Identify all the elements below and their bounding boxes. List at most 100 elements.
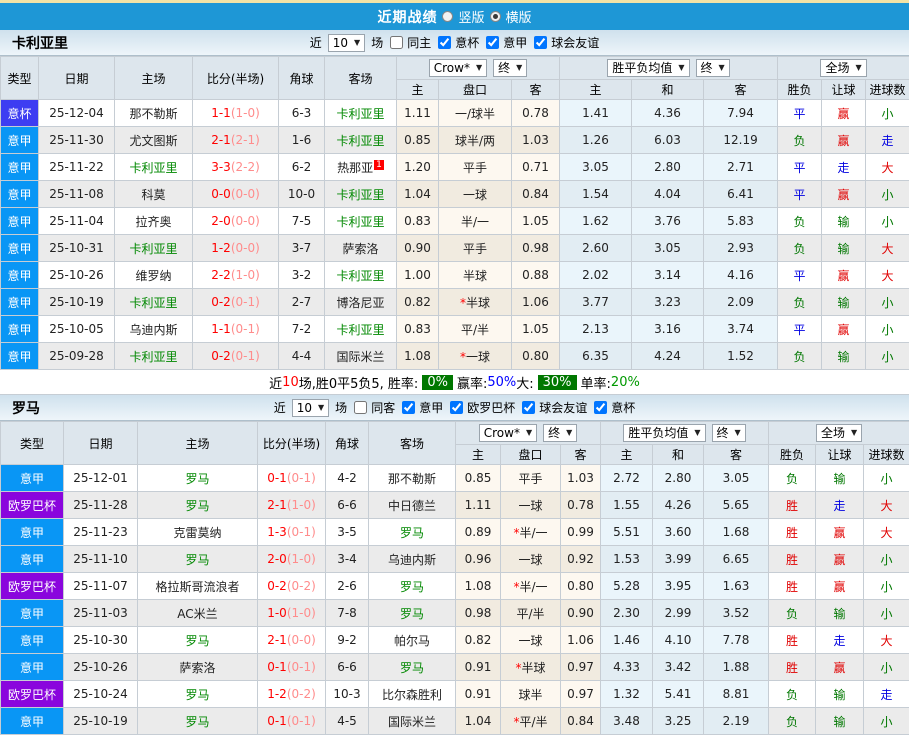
table-row: 意甲 25-09-28 卡利亚里 0-2(0-1) 4-4 国际米兰 1.08 *一球 0.80… [0, 342, 909, 370]
match-date: 25-11-07 [63, 572, 138, 600]
type-badge: 意甲 [0, 261, 39, 289]
same-venue-checkbox[interactable] [354, 401, 368, 414]
avg-draw: 3.05 [631, 234, 705, 262]
competition-checkbox-1[interactable] [450, 401, 464, 414]
horizontal-layout-label[interactable]: 横版 [506, 7, 532, 26]
final-odds-select[interactable]: 终 ▼ [543, 424, 578, 442]
competition-checkbox-2[interactable] [534, 36, 548, 49]
final-odds-select-value: 终 [548, 426, 561, 440]
competition-checkbox-0[interactable] [402, 401, 416, 414]
final-average-select[interactable]: 终 ▼ [711, 424, 746, 442]
halftime-score: (0-2) [286, 687, 316, 701]
type-badge: 意甲 [0, 153, 39, 181]
type-badge: 意甲 [0, 599, 64, 627]
competition-label-2: 球会友谊 [539, 401, 588, 415]
avg-away-win: 3.74 [703, 315, 779, 343]
home-team: 尤文图斯 [114, 126, 193, 154]
col-header-5: 客场 [324, 56, 397, 100]
fulltime-select[interactable]: 全场 ▼ [815, 424, 863, 442]
competition-checkbox-3[interactable] [594, 401, 608, 414]
odds-home: 0.91 [455, 680, 501, 708]
match-count-select[interactable]: 10 ▼ [291, 398, 330, 417]
same-venue-checkbox[interactable] [390, 36, 404, 49]
avg-away-win: 2.19 [703, 707, 770, 735]
odds-home: 0.91 [455, 653, 501, 681]
odds-away: 0.97 [559, 680, 602, 708]
halftime-score: (1-0) [230, 268, 260, 282]
final-odds-select[interactable]: 终 ▼ [493, 59, 528, 77]
avg-draw: 2.99 [652, 599, 705, 627]
home-team-name: 科莫 [141, 187, 166, 202]
avg-away-win: 5.83 [703, 207, 779, 235]
sub-col-header-2: 客 [510, 79, 561, 100]
avg-draw: 4.24 [631, 342, 705, 370]
sub-col-header-0: 主 [455, 444, 501, 465]
sub-col-header-5: 客 [703, 79, 779, 100]
match-count-select[interactable]: 10 ▼ [327, 33, 366, 52]
handicap-line: 平手 [438, 234, 512, 262]
match-date: 25-10-24 [63, 680, 138, 708]
bookmaker-select[interactable]: Crow* ▼ [478, 424, 538, 442]
result-wdl: 负 [768, 464, 817, 492]
handicap-text: 平手 [462, 241, 487, 256]
horizontal-layout-radio[interactable] [489, 11, 501, 22]
halftime-score: (0-1) [230, 322, 260, 336]
away-team-name: 罗马 [399, 606, 424, 621]
away-team-name: 那不勒斯 [387, 471, 436, 486]
avg-away-win: 5.65 [703, 491, 770, 519]
competition-label-2: 球会友谊 [551, 36, 600, 50]
table-row: 意甲 25-11-03 AC米兰 1-0(1-0) 7-8 罗马 0.98 平/半 0.90 2.… [0, 599, 909, 627]
avg-away-win: 1.63 [703, 572, 770, 600]
sub-col-header-4: 和 [631, 79, 705, 100]
bookmaker-select[interactable]: Crow* ▼ [428, 59, 488, 77]
away-team: 卡利亚里 [324, 207, 397, 235]
corner-score: 7-2 [278, 315, 325, 343]
wdl-average-select[interactable]: 胜平负均值 ▼ [623, 424, 706, 442]
away-team: 帕尔马 [368, 626, 456, 654]
wdl-average-select[interactable]: 胜平负均值 ▼ [607, 59, 690, 77]
match-date: 25-11-30 [38, 126, 115, 154]
result-goals: 小 [863, 707, 909, 735]
result-goals: 小 [865, 342, 909, 370]
match-date: 25-12-01 [63, 464, 138, 492]
result-wdl: 负 [777, 288, 823, 316]
result-handicap: 输 [815, 599, 865, 627]
avg-away-win: 7.78 [703, 626, 770, 654]
final-average-select[interactable]: 终 ▼ [695, 59, 730, 77]
handicap-text: 半球 [462, 268, 487, 283]
away-team: 国际米兰 [324, 342, 397, 370]
halftime-score: (1-0) [286, 552, 316, 566]
vertical-layout-label[interactable]: 竖版 [458, 7, 484, 26]
away-team: 罗马 [368, 599, 456, 627]
chevron-down-icon: ▼ [734, 428, 741, 437]
col-header-0: 类型 [0, 421, 64, 465]
fulltime-select[interactable]: 全场 ▼ [820, 59, 867, 77]
near-label: 近 [309, 36, 322, 50]
competition-checkbox-2[interactable] [522, 401, 536, 414]
sub-col-header-5: 客 [703, 444, 770, 465]
table-row: 欧罗巴杯 25-10-24 罗马 1-2(0-2) 10-3 比尔森胜利 0.91 球半 0.9… [0, 680, 909, 708]
match-count-select-value: 10 [332, 35, 349, 50]
avg-away-win: 4.16 [703, 261, 779, 289]
competition-checkbox-0[interactable] [438, 36, 452, 49]
match-score: 1-2(0-2) [257, 680, 326, 708]
handicap-line: 球半 [500, 680, 561, 708]
match-score: 1-2(0-0) [192, 234, 279, 262]
halftime-score: (0-1) [286, 525, 316, 539]
vertical-layout-radio[interactable] [442, 11, 454, 22]
chevron-down-icon: ▼ [318, 402, 325, 412]
competition-checkbox-1[interactable] [486, 36, 500, 49]
match-score: 2-0(1-0) [257, 545, 326, 573]
result-wdl: 平 [777, 153, 823, 181]
table-row: 意甲 25-11-08 科莫 0-0(0-0) 10-0 卡利亚里 1.04 一球 0.84 1.… [0, 180, 909, 208]
sub-col-header-7: 让球 [815, 444, 865, 465]
avg-away-win: 1.88 [703, 653, 770, 681]
avg-draw: 3.16 [631, 315, 705, 343]
match-date: 25-11-23 [63, 518, 138, 546]
away-team-name: 罗马 [399, 660, 424, 675]
corner-score: 4-5 [325, 707, 369, 735]
avg-away-win: 1.68 [703, 518, 770, 546]
odds-away: 0.98 [510, 234, 561, 262]
match-date: 25-10-26 [38, 261, 115, 289]
sub-col-header-0: 主 [396, 79, 439, 100]
